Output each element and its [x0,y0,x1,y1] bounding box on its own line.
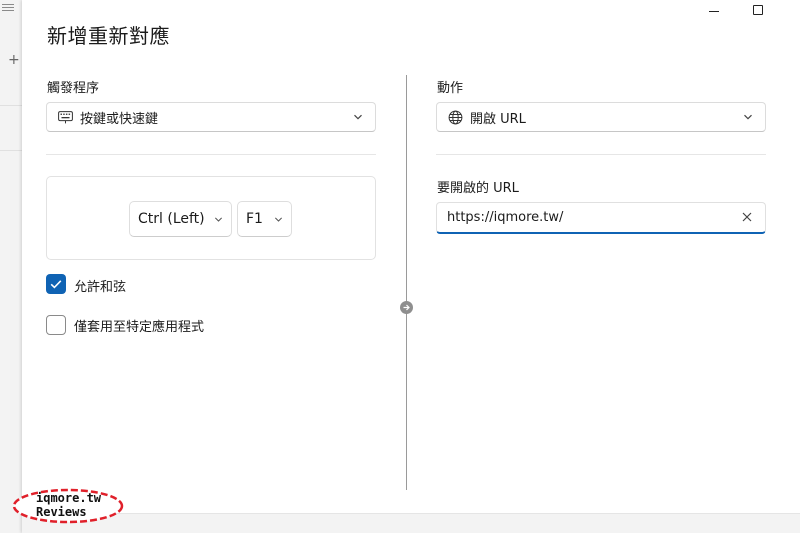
url-field-label: 要開啟的 URL [437,181,519,196]
key-label: Ctrl (Left) [138,211,205,227]
app-specific-label: 僅套用至特定應用程式 [74,320,205,335]
key-dropdown-f1[interactable]: F1 [237,201,292,237]
section-divider [436,154,766,155]
globe-icon [447,109,463,125]
allow-chords-label: 允許和弦 [74,280,127,295]
chevron-down-icon [744,114,752,120]
menu-icon [2,4,14,14]
clear-icon[interactable] [740,210,754,224]
checkmark-icon [50,280,62,289]
watermark-line1: iqmore.tw [36,491,102,505]
key-label: F1 [246,211,263,227]
maximize-button[interactable] [748,2,768,20]
action-type-dropdown[interactable]: 開啟 URL [436,102,766,132]
plus-icon: + [8,52,20,68]
chevron-down-icon [214,217,223,222]
allow-chords-checkbox[interactable] [46,274,66,294]
chevron-down-icon [354,114,362,120]
trigger-type-dropdown[interactable]: 按鍵或快速鍵 [46,102,376,132]
trigger-type-value: 按鍵或快速鍵 [80,111,159,127]
url-input[interactable] [436,202,766,234]
action-type-value: 開啟 URL [470,111,526,127]
trigger-section-label: 觸發程序 [47,81,100,96]
keyboard-icon [57,109,73,125]
remap-dialog: 新增重新對應 觸發程序 按鍵或快速鍵 Ctrl (Left) F1 允許和弦 僅… [22,0,800,533]
background-divider [0,150,22,151]
key-dropdown-ctrl[interactable]: Ctrl (Left) [129,201,232,237]
shortcut-keys-panel: Ctrl (Left) F1 [46,176,376,260]
arrow-right-icon [400,301,413,314]
app-specific-checkbox[interactable] [46,315,66,335]
watermark-logo: iqmore.tw Reviews [12,488,124,524]
background-window-strip: + [0,0,22,533]
dialog-footer [22,513,800,533]
background-divider [0,105,22,106]
chevron-down-icon [274,217,283,222]
dialog-title: 新增重新對應 [47,24,170,48]
minimize-button[interactable] [704,2,724,20]
action-section-label: 動作 [437,81,464,96]
column-divider [406,75,407,490]
section-divider [46,154,376,155]
watermark-line2: Reviews [36,505,87,519]
